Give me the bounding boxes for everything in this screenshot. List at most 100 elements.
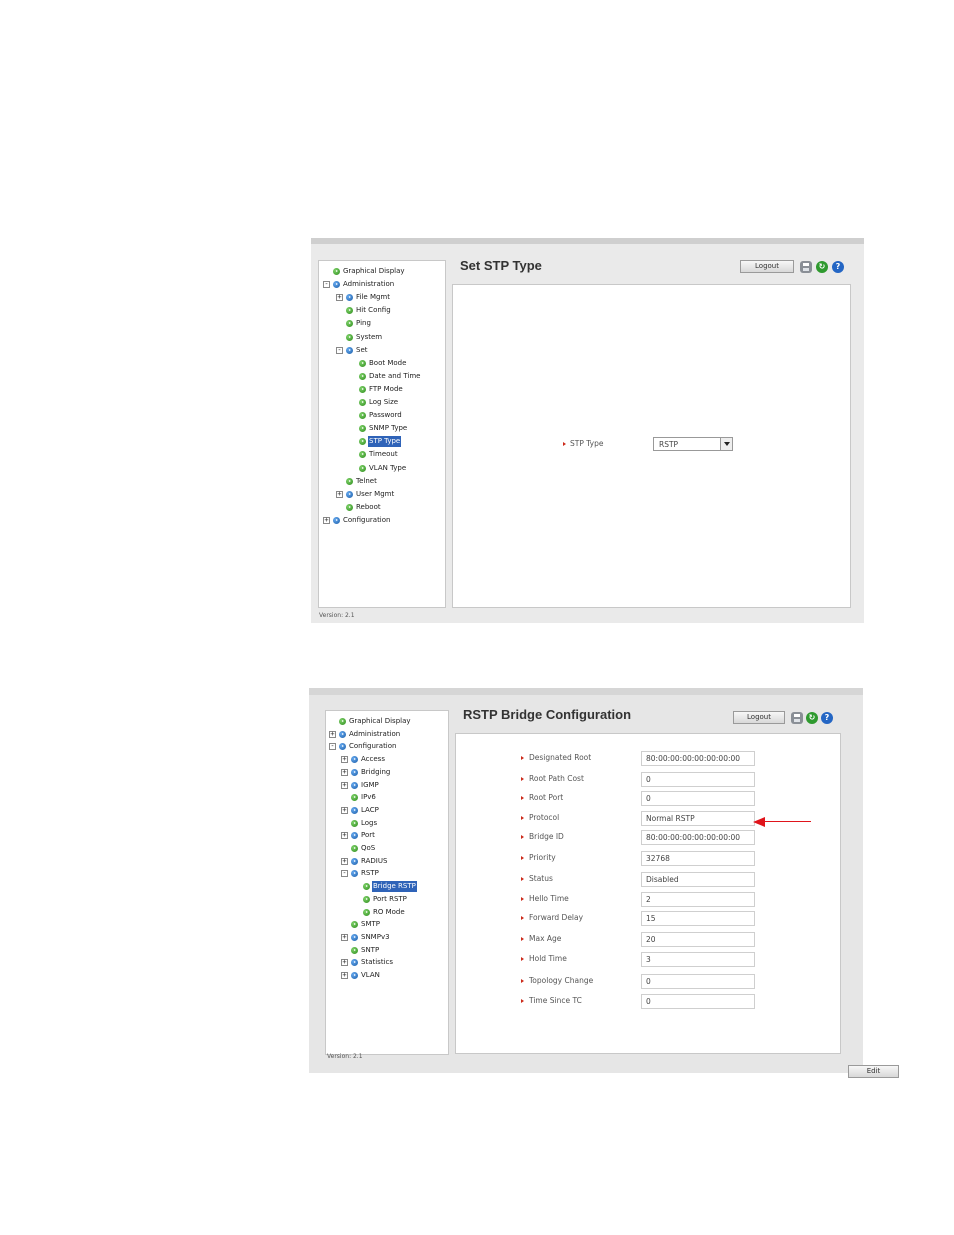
nav-item[interactable]: VLAN Type [319,463,445,474]
logout-button[interactable]: Logout [740,260,794,273]
field-label: Hold Time [529,954,567,963]
nav-item-label: RADIUS [361,856,388,865]
nav-item[interactable]: + LACP [326,805,448,816]
arrow-circle-icon [351,921,358,929]
arrow-circle-icon [351,781,358,789]
nav-item[interactable]: + RADIUS [326,856,448,867]
expand-icon[interactable]: + [341,972,348,979]
nav-item[interactable]: Timeout [319,449,445,460]
expand-icon[interactable]: + [323,516,330,524]
field-value[interactable]: Disabled [641,872,755,887]
nav-item[interactable]: Bridge RSTP [326,881,448,893]
arrow-circle-icon [351,756,358,764]
field-value[interactable]: 0 [641,994,755,1009]
nav-item[interactable]: + IGMP [326,780,448,791]
expand-icon[interactable]: + [341,933,348,941]
nav-item[interactable]: Graphical Display [326,716,448,727]
field-value[interactable]: 2 [641,892,755,907]
collapse-icon[interactable]: - [341,870,348,878]
field-value[interactable]: 0 [641,791,755,806]
expand-icon[interactable]: + [341,806,348,814]
expand-icon[interactable]: + [336,294,343,302]
nav-item[interactable]: STP Type [319,436,445,448]
field-value[interactable]: 0 [641,772,755,787]
nav-item[interactable]: - Configuration [326,741,448,752]
nav-item-label: Date and Time [369,371,421,380]
nav-item[interactable]: SMTP [326,919,448,930]
nav-item[interactable]: FTP Mode [319,384,445,395]
nav-item[interactable]: Ping [319,318,445,329]
refresh-icon[interactable]: ↻ [806,712,818,724]
nav-item[interactable]: Log Size [319,397,445,408]
logout-button[interactable]: Logout [733,711,785,724]
refresh-icon[interactable]: ↻ [816,261,828,273]
nav-item[interactable]: IPv6 [326,792,448,803]
expand-icon[interactable]: + [341,959,348,967]
nav-item[interactable]: Logs [326,818,448,829]
arrow-circle-icon [346,320,353,328]
field-value[interactable]: 15 [641,911,755,926]
nav-item[interactable]: SNTP [326,945,448,956]
field-value[interactable]: 80:00:00:00:00:00:00:00 [641,830,755,845]
save-icon[interactable] [791,712,803,724]
nav-item[interactable]: Password [319,410,445,421]
collapse-icon[interactable]: - [336,346,343,354]
nav-item[interactable]: + Access [326,754,448,765]
expand-icon[interactable]: + [336,490,343,498]
field-value[interactable]: 3 [641,952,755,967]
nav-item[interactable]: + File Mgmt [319,292,445,303]
nav-item[interactable]: Hit Config [319,305,445,316]
field-value[interactable]: Normal RSTP [641,811,755,826]
arrow-circle-icon [363,883,370,891]
expand-icon[interactable]: + [329,730,336,738]
nav-item[interactable]: + Bridging [326,767,448,778]
nav-item[interactable]: Port RSTP [326,894,448,905]
nav-item[interactable]: - Set [319,345,445,356]
arrow-circle-icon [346,307,353,315]
help-icon[interactable]: ? [832,261,844,273]
nav-item[interactable]: + Statistics [326,957,448,968]
nav-item[interactable]: Reboot [319,502,445,513]
nav-item-label: SMTP [361,920,380,929]
nav-item[interactable]: - RSTP [326,868,448,879]
nav-item-label: Set [356,345,368,354]
save-icon[interactable] [800,261,812,273]
nav-item[interactable]: SNMP Type [319,423,445,434]
nav-item[interactable]: Graphical Display [319,266,445,277]
nav-item[interactable]: - Administration [319,279,445,290]
nav-item[interactable]: System [319,332,445,343]
nav-item[interactable]: Date and Time [319,371,445,382]
nav-item-label: Administration [349,729,401,738]
field-bullet-icon [521,835,524,839]
field-bullet-icon [521,979,524,983]
nav-item[interactable]: RO Mode [326,907,448,918]
nav-item[interactable]: QoS [326,843,448,854]
field-label: Max Age [529,934,562,943]
nav-item[interactable]: Telnet [319,476,445,487]
expand-icon[interactable]: + [341,756,348,764]
field-value[interactable]: 0 [641,974,755,989]
edit-button[interactable]: Edit [848,1065,899,1078]
screenshot-rstp-bridge-config: Graphical Display + Administration - Configu… [309,688,899,1078]
expand-icon[interactable]: + [341,832,348,840]
nav-item[interactable]: Boot Mode [319,358,445,369]
nav-item[interactable]: + VLAN [326,970,448,981]
collapse-icon[interactable]: - [329,743,336,751]
help-icon[interactable]: ? [821,712,833,724]
nav-item[interactable]: + Administration [326,729,448,740]
nav-item[interactable]: + User Mgmt [319,489,445,500]
field-value[interactable]: 32768 [641,851,755,866]
expand-icon[interactable]: + [341,857,348,865]
nav-item-label: User Mgmt [356,489,395,498]
expand-icon[interactable]: + [341,768,348,776]
stp-type-select[interactable]: RSTP [653,437,733,451]
expand-icon[interactable]: + [341,781,348,789]
nav-item[interactable]: + Port [326,830,448,841]
collapse-icon[interactable]: - [323,281,330,289]
chevron-down-icon[interactable] [720,438,732,450]
nav-item[interactable]: + Configuration [319,515,445,526]
field-value[interactable]: 20 [641,932,755,947]
field-value[interactable]: 80:00:00:00:00:00:00:00 [641,751,755,766]
arrow-circle-icon [351,819,358,827]
nav-item[interactable]: + SNMPv3 [326,932,448,943]
